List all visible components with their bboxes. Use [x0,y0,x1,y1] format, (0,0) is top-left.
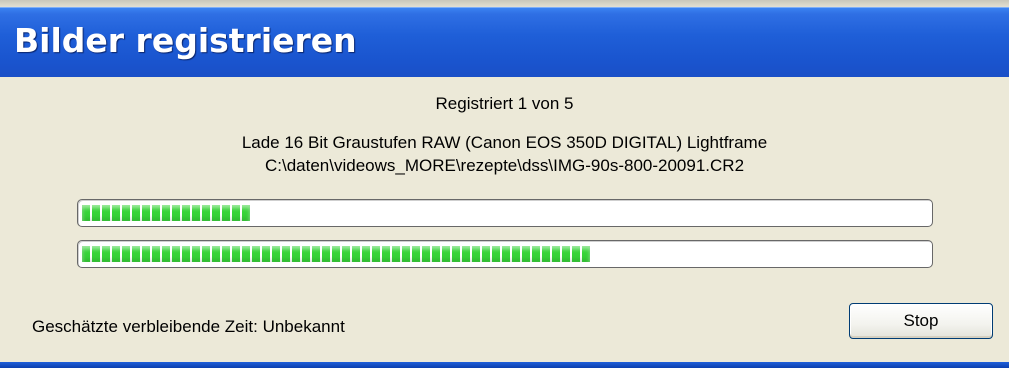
window-title: Bilder registrieren [14,21,357,60]
file-progress-bar [77,199,933,227]
register-images-dialog: Bilder registrieren Registriert 1 von 5 … [0,0,1009,368]
loading-description-text: Lade 16 Bit Graustufen RAW (Canon EOS 35… [241,133,768,152]
overall-progress-bar [77,240,933,268]
dialog-content: Registriert 1 von 5 Lade 16 Bit Graustuf… [0,77,1009,362]
registered-count-text: Registriert 1 von 5 [435,94,574,113]
overall-progress-fill [82,246,590,262]
file-progress-fill [82,205,250,221]
remaining-time-text: Geschätzte verbleibende Zeit: Unbekannt [32,317,345,336]
window-bottom-edge [0,362,1009,368]
window-top-edge [0,0,1009,7]
file-path-text: C:\daten\videows_MORE\rezepte\dss\IMG-90… [264,156,745,175]
stop-button[interactable]: Stop [849,303,993,339]
title-bar[interactable]: Bilder registrieren [0,7,1009,77]
